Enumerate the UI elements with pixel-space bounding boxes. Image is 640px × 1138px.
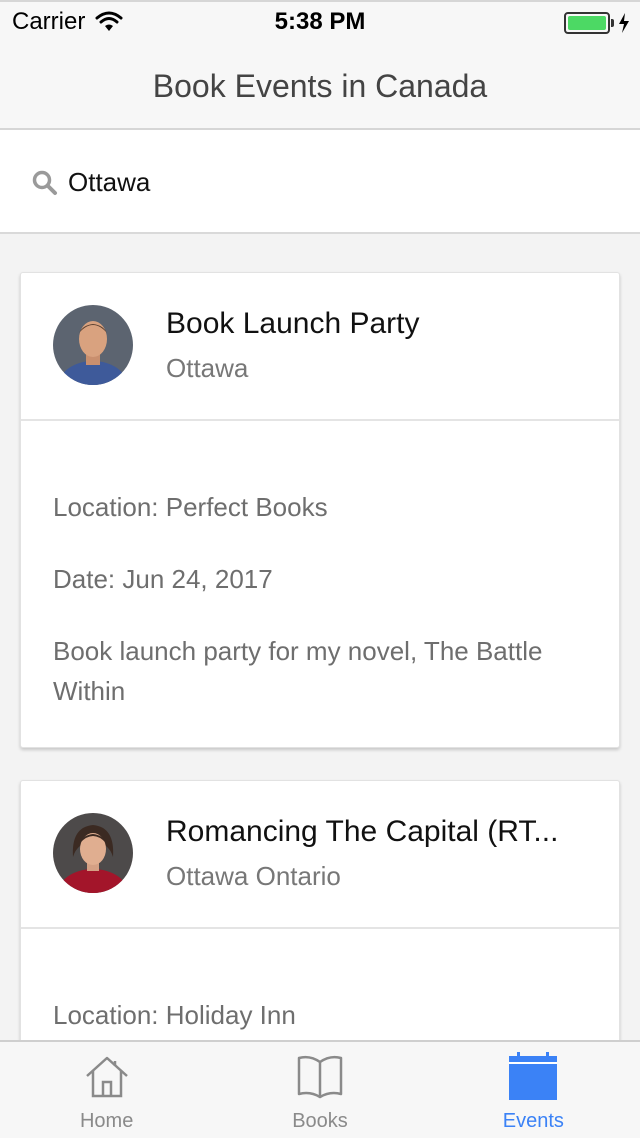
page-title: Book Events in Canada [152,68,488,104]
event-date: Date: Jun 24, 2017 [53,564,273,594]
tab-home-label: Home [79,1110,134,1132]
event-card-body: Location: Perfect Books Date: Jun 24, 20… [21,421,619,747]
avatar [53,813,133,893]
event-city: Ottawa [166,353,249,383]
home-icon [85,1056,128,1098]
event-location: Location: Perfect Books [53,492,328,522]
event-card-body: Location: Holiday Inn [21,929,619,1040]
tab-events[interactable]: Events [427,1042,640,1138]
book-icon [297,1055,343,1099]
event-title: Romancing The Capital (RT... [166,815,559,848]
event-location: Location: Holiday Inn [53,1000,296,1030]
nav-bar: Book Events in Canada [0,40,640,130]
event-title: Book Launch Party [166,307,420,340]
charging-bolt-icon [619,13,629,33]
event-city: Ottawa Ontario [166,861,341,891]
event-list: Book Launch Party Ottawa Location: Perfe… [0,236,640,1040]
status-right [564,12,630,34]
avatar [53,305,133,385]
search-bar [0,130,640,234]
tab-home[interactable]: Home [0,1042,213,1138]
event-description: Book launch party for my novel, The Batt… [53,636,543,706]
tab-books-label: Books [292,1110,348,1132]
event-card[interactable]: Book Launch Party Ottawa Location: Perfe… [20,272,620,748]
tab-bar: Home Books Events [0,1040,640,1138]
tab-events-label: Events [502,1110,564,1132]
search-input[interactable] [68,160,608,204]
tab-books[interactable]: Books [213,1042,426,1138]
event-card[interactable]: Romancing The Capital (RT... Ottawa Onta… [20,780,620,1040]
status-bar: Carrier 5:38 PM [0,0,640,40]
event-card-header: Romancing The Capital (RT... Ottawa Onta… [21,781,619,929]
status-time: 5:38 PM [274,8,366,35]
calendar-icon [509,1052,558,1100]
event-card-header: Book Launch Party Ottawa [21,273,619,421]
search-icon [32,170,57,195]
battery-icon [564,12,614,34]
